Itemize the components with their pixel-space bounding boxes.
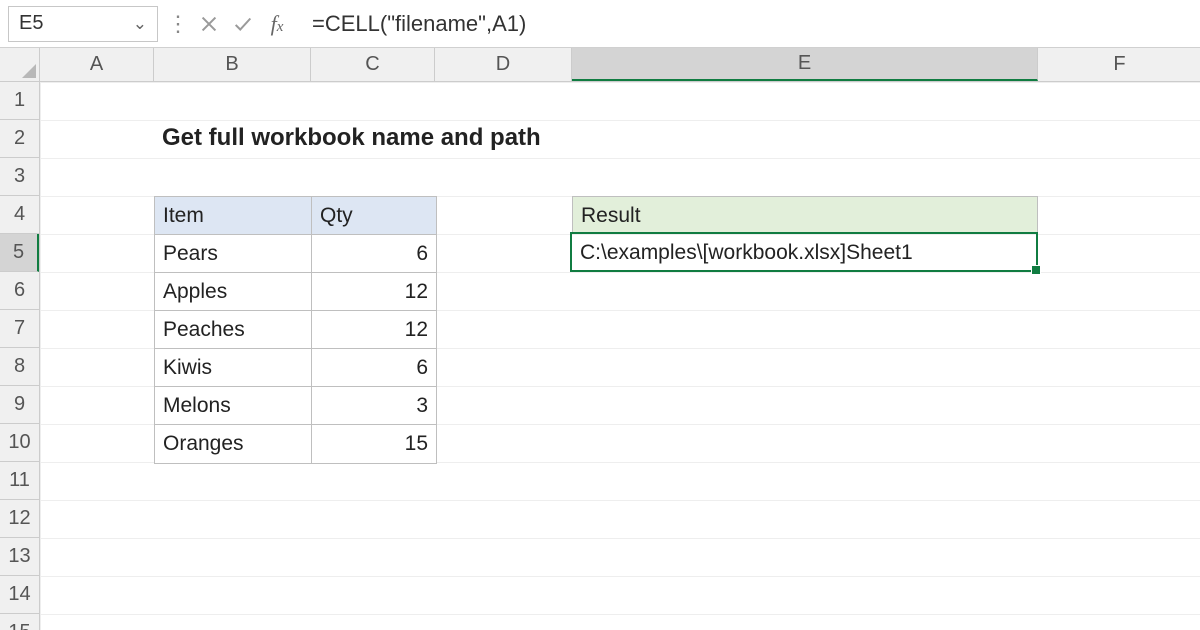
- row-header-13[interactable]: 13: [0, 538, 39, 576]
- table-row[interactable]: Oranges 15: [155, 425, 436, 463]
- col-header-E[interactable]: E: [572, 48, 1038, 81]
- cell-qty: 12: [312, 311, 436, 349]
- cell-item: Peaches: [155, 311, 312, 349]
- table-row[interactable]: Melons 3: [155, 387, 436, 425]
- row-header-6[interactable]: 6: [0, 272, 39, 310]
- table-row[interactable]: Pears 6: [155, 235, 436, 273]
- row-header-12[interactable]: 12: [0, 500, 39, 538]
- col-header-F[interactable]: F: [1038, 48, 1200, 81]
- spreadsheet-area: A B C D E F 1 2 3 4 5 6 7 8 9 10 11 12 1…: [0, 48, 1200, 630]
- cell-qty: 6: [312, 349, 436, 387]
- row-header-9[interactable]: 9: [0, 386, 39, 424]
- table-header-item[interactable]: Item: [155, 197, 312, 235]
- data-table: Item Qty Pears 6 Apples 12 Peaches 12 Ki…: [154, 196, 437, 464]
- cell-qty: 12: [312, 273, 436, 311]
- row-header-10[interactable]: 10: [0, 424, 39, 462]
- formula-bar-separator: ⋮: [166, 11, 190, 37]
- row-header-5[interactable]: 5: [0, 234, 39, 272]
- cell-grid[interactable]: // placeholder so structure reads — actu…: [40, 82, 1200, 630]
- insert-function-button[interactable]: fx: [260, 7, 294, 41]
- chevron-down-icon[interactable]: ⌄: [133, 14, 147, 34]
- cancel-formula-button[interactable]: [192, 7, 226, 41]
- result-header[interactable]: Result: [572, 196, 1038, 234]
- page-title: Get full workbook name and path: [162, 124, 541, 152]
- row-header-1[interactable]: 1: [0, 82, 39, 120]
- enter-formula-button[interactable]: [226, 7, 260, 41]
- row-header-14[interactable]: 14: [0, 576, 39, 614]
- cell-qty: 6: [312, 235, 436, 273]
- row-header-15[interactable]: 15: [0, 614, 39, 630]
- col-header-B[interactable]: B: [154, 48, 311, 81]
- row-header-3[interactable]: 3: [0, 158, 39, 196]
- col-header-A[interactable]: A: [40, 48, 154, 81]
- fx-icon: fx: [271, 11, 284, 37]
- col-header-D[interactable]: D: [435, 48, 572, 81]
- result-value: C:\examples\[workbook.xlsx]Sheet1: [572, 234, 1038, 272]
- column-headers: A B C D E F: [40, 48, 1200, 82]
- table-row[interactable]: Kiwis 6: [155, 349, 436, 387]
- select-all-corner[interactable]: [0, 48, 40, 82]
- cell-item: Pears: [155, 235, 312, 273]
- name-box-value: E5: [19, 12, 43, 35]
- row-header-4[interactable]: 4: [0, 196, 39, 234]
- cell-item: Oranges: [155, 425, 312, 463]
- cell-item: Melons: [155, 387, 312, 425]
- cell-item: Kiwis: [155, 349, 312, 387]
- row-headers: 1 2 3 4 5 6 7 8 9 10 11 12 13 14 15: [0, 82, 40, 630]
- cell-qty: 3: [312, 387, 436, 425]
- formula-input[interactable]: [294, 6, 1192, 42]
- row-header-11[interactable]: 11: [0, 462, 39, 500]
- cell-item: Apples: [155, 273, 312, 311]
- check-icon: [232, 13, 254, 35]
- table-row[interactable]: Apples 12: [155, 273, 436, 311]
- name-box[interactable]: E5 ⌄: [8, 6, 158, 42]
- row-header-8[interactable]: 8: [0, 348, 39, 386]
- x-icon: [198, 13, 220, 35]
- table-row[interactable]: Peaches 12: [155, 311, 436, 349]
- table-header-qty[interactable]: Qty: [312, 197, 436, 235]
- cell-qty: 15: [312, 425, 436, 463]
- row-header-7[interactable]: 7: [0, 310, 39, 348]
- formula-bar: E5 ⌄ ⋮ fx: [0, 0, 1200, 48]
- row-header-2[interactable]: 2: [0, 120, 39, 158]
- col-header-C[interactable]: C: [311, 48, 435, 81]
